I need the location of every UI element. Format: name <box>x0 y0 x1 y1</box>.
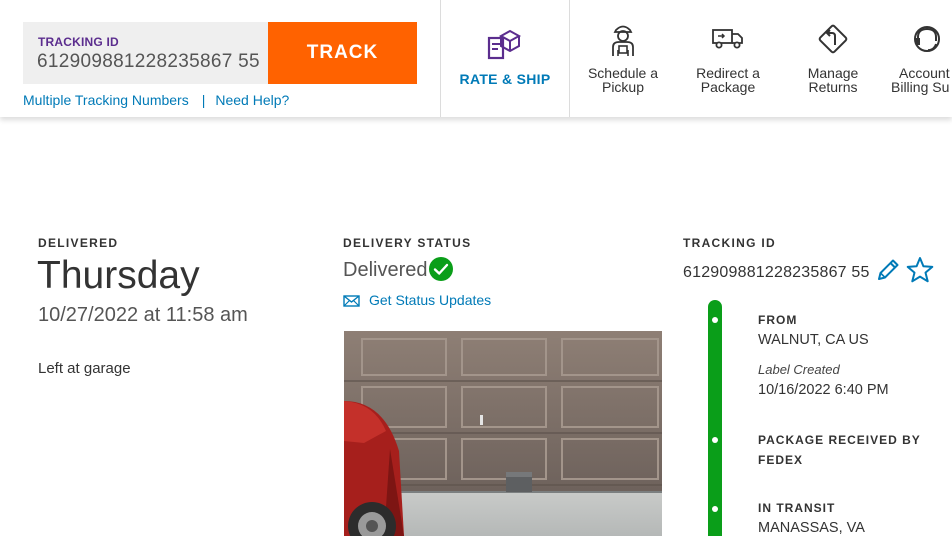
timeline-received-label: PACKAGE RECEIVED BY <box>758 433 921 447</box>
tracking-id-label: TRACKING ID <box>38 35 119 49</box>
nav-redirect-package[interactable]: Redirect a Package <box>681 0 775 117</box>
nav-account-billing[interactable]: Account Billing Su <box>891 0 952 117</box>
manage-returns-line1: Manage <box>807 65 859 81</box>
tracking-id-input[interactable] <box>37 51 263 73</box>
redirect-package-line1: Redirect a <box>696 65 760 81</box>
shipment-timeline-bar <box>708 300 722 536</box>
timeline-label-created-date: 10/16/2022 6:40 PM <box>758 382 889 398</box>
star-favorite-icon[interactable] <box>906 256 934 284</box>
track-button[interactable]: TRACK <box>268 22 417 84</box>
nav-schedule-pickup[interactable]: Schedule a Pickup <box>576 0 670 117</box>
proof-of-delivery-photo <box>344 331 662 536</box>
delivery-status-value: Delivered <box>343 259 428 281</box>
delivery-truck-icon <box>712 29 743 49</box>
courier-person-icon <box>612 25 634 56</box>
tracking-help-links: Multiple Tracking Numbers | Need Help? <box>23 92 289 108</box>
delivery-location-note: Left at garage <box>38 360 131 377</box>
tracking-id-heading: TRACKING ID <box>683 236 776 250</box>
need-help-link[interactable]: Need Help? <box>215 92 289 108</box>
schedule-pickup-line1: Schedule a <box>587 65 659 81</box>
redirect-package-line2: Package <box>700 79 756 95</box>
timeline-label-created: Label Created <box>758 362 840 377</box>
timeline-received-label-line2: FEDEX <box>758 453 804 467</box>
timeline-in-transit-label: IN TRANSIT <box>758 501 836 515</box>
timeline-dot <box>712 317 718 323</box>
pencil-edit-icon[interactable] <box>875 257 901 283</box>
nav-manage-returns[interactable]: Manage Returns <box>786 0 880 117</box>
account-billing-line2: Billing Su <box>891 79 950 95</box>
nav-divider <box>569 0 570 117</box>
timeline-in-transit-value: MANASSAS, VA <box>758 520 865 536</box>
timeline-dot <box>712 506 718 512</box>
get-status-updates-link[interactable]: Get Status Updates <box>343 292 491 308</box>
return-arrow-icon <box>818 24 848 54</box>
schedule-pickup-line2: Pickup <box>601 79 645 95</box>
delivery-datetime: 10/27/2022 at 11:58 am <box>38 304 248 326</box>
delivered-label: DELIVERED <box>38 236 119 250</box>
headset-support-icon <box>914 26 940 52</box>
rate-ship-icon <box>487 29 522 60</box>
top-navigation-bar: TRACKING ID TRACK Multiple Tracking Numb… <box>0 0 952 117</box>
nav-rate-ship[interactable]: RATE & SHIP <box>441 0 569 117</box>
rate-ship-label: RATE & SHIP <box>459 71 551 87</box>
timeline-dot <box>712 437 718 443</box>
manage-returns-line2: Returns <box>808 79 858 95</box>
get-status-updates-label: Get Status Updates <box>369 292 492 308</box>
check-circle-icon <box>429 257 453 281</box>
tracking-id-number: 612909881228235867 55 <box>683 264 870 281</box>
tracking-search-box: TRACKING ID <box>23 22 269 84</box>
timeline-from-label: FROM <box>758 313 798 327</box>
delivery-status-label: DELIVERY STATUS <box>343 236 472 250</box>
link-separator: | <box>201 92 206 108</box>
account-billing-line1: Account <box>899 65 950 81</box>
multiple-tracking-link[interactable]: Multiple Tracking Numbers <box>23 92 189 108</box>
envelope-icon <box>343 295 360 307</box>
timeline-from-value: WALNUT, CA US <box>758 332 869 348</box>
delivery-day: Thursday <box>37 254 200 297</box>
